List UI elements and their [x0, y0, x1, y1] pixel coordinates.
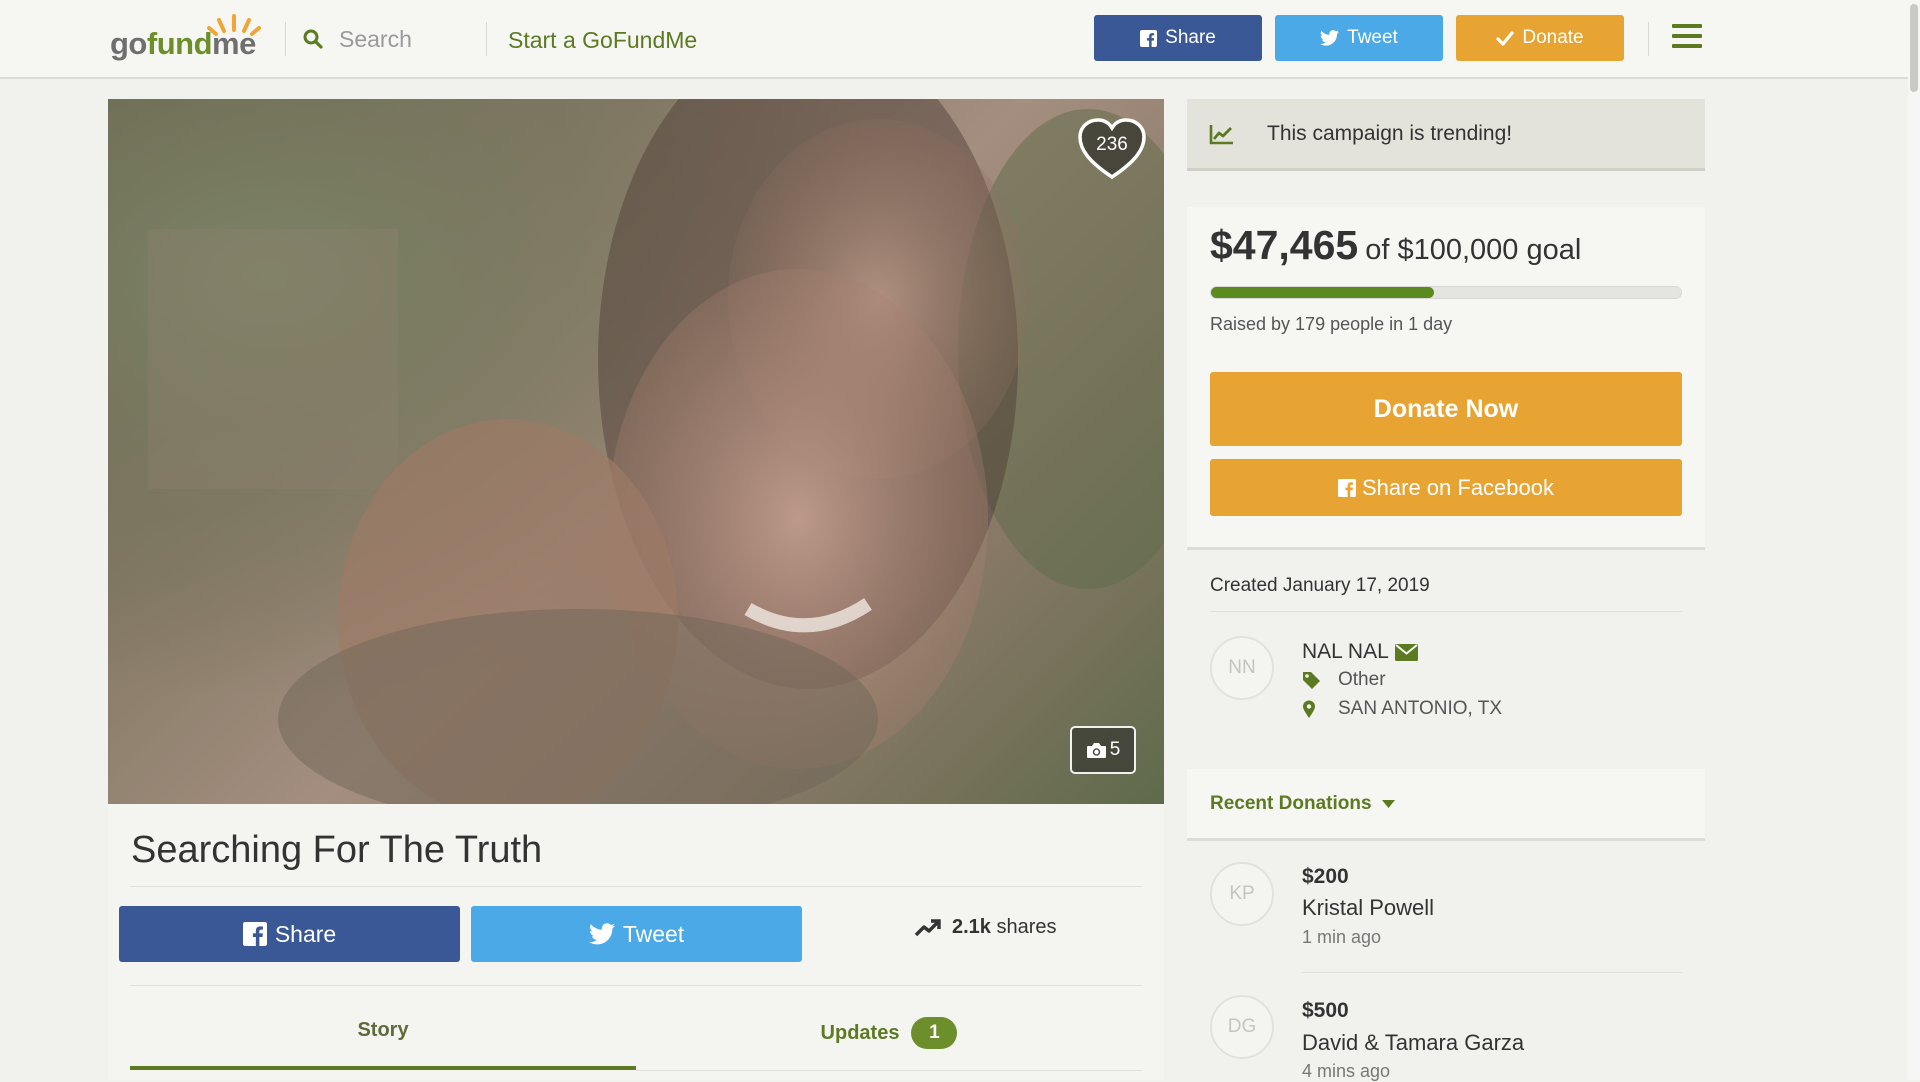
campaign-hero-image[interactable]: 236 5: [108, 99, 1164, 804]
scrollbar-track[interactable]: [1908, 0, 1920, 1080]
share-count: 2.1k shares: [914, 916, 1057, 939]
created-date: Created January 17, 2019: [1210, 575, 1430, 596]
donation-amount: $200: [1302, 865, 1349, 888]
divider: [130, 985, 1142, 986]
donation-amount: $500: [1302, 999, 1349, 1022]
envelope-icon[interactable]: [1394, 643, 1418, 661]
header-tweet-button[interactable]: Tweet: [1275, 15, 1443, 61]
twitter-bird-icon: [1320, 30, 1340, 46]
donate-now-button[interactable]: Donate Now: [1210, 372, 1682, 446]
updates-count-badge: 1: [911, 1017, 958, 1049]
like-heart-button[interactable]: 236: [1076, 117, 1148, 183]
donation-time: 4 mins ago: [1302, 1061, 1391, 1081]
raised-summary: $47,465 of $100,000 goal: [1210, 222, 1581, 269]
scrollbar-thumb[interactable]: [1910, 4, 1918, 92]
donor-name: David & Tamara Garza: [1302, 1030, 1525, 1055]
share-on-facebook-button[interactable]: Share on Facebook: [1210, 459, 1682, 516]
recent-donations-label: Recent Donations: [1210, 792, 1372, 814]
facebook-icon: [1337, 478, 1356, 497]
organizer-category-text: Other: [1338, 669, 1386, 690]
campaign-share-button[interactable]: Share: [119, 906, 460, 962]
start-a-gofundme-link[interactable]: Start a GoFundMe: [508, 26, 697, 54]
search-icon: [303, 29, 323, 49]
goal-progress-fill: [1211, 287, 1435, 298]
campaign-title: Searching For The Truth: [131, 829, 543, 871]
search-input[interactable]: [339, 25, 469, 53]
campaign-tweet-label: Tweet: [622, 920, 685, 947]
gofundme-logo[interactable]: gofundme: [110, 12, 261, 62]
header-divider: [486, 22, 487, 56]
donation-time: 1 min ago: [1302, 927, 1382, 947]
goal-progress-bar: [1210, 286, 1682, 299]
donor-name: Kristal Powell: [1302, 895, 1435, 920]
location-pin-icon: [1303, 700, 1315, 718]
share-count-value: 2.1k: [952, 916, 991, 938]
tab-story[interactable]: Story: [130, 1016, 636, 1044]
camera-icon: [1086, 742, 1106, 758]
logo-text-me: me: [212, 26, 256, 61]
twitter-bird-icon: [588, 923, 615, 945]
top-header: gofundme Start a GoFundMe Share Tweet Do…: [0, 0, 1920, 79]
trending-banner: This campaign is trending!: [1187, 99, 1705, 171]
tab-updates[interactable]: Updates 1: [636, 1016, 1142, 1050]
active-tab-indicator: [130, 1066, 636, 1070]
header-divider: [1648, 22, 1649, 56]
facebook-icon: [242, 922, 267, 946]
organizer-location: SAN ANTONIO, TX: [1302, 698, 1502, 720]
checkmark-icon: [1496, 30, 1514, 46]
tag-icon: [1303, 671, 1320, 689]
organizer-avatar[interactable]: NN: [1210, 636, 1274, 700]
trending-chart-icon: [1209, 124, 1233, 144]
tab-updates-label: Updates: [820, 1021, 900, 1044]
caret-down-icon: [1381, 799, 1395, 808]
photo-count-label: 5: [1109, 739, 1121, 760]
donor-avatar: DG: [1210, 995, 1274, 1059]
goal-text: of $100,000 goal: [1365, 234, 1582, 266]
header-donate-button[interactable]: Donate: [1456, 15, 1624, 61]
donor-avatar: KP: [1210, 862, 1274, 926]
recent-donations-toggle[interactable]: Recent Donations: [1187, 769, 1705, 841]
header-donate-label: Donate: [1522, 27, 1584, 48]
header-share-button[interactable]: Share: [1094, 15, 1262, 61]
organizer-name[interactable]: NAL NAL: [1302, 640, 1418, 664]
organizer-location-text: SAN ANTONIO, TX: [1338, 698, 1503, 719]
divider: [130, 886, 1142, 887]
logo-text-go: go: [110, 26, 147, 61]
divider: [1210, 611, 1682, 612]
organizer-name-text: NAL NAL: [1302, 640, 1389, 663]
raised-amount: $47,465: [1210, 222, 1359, 268]
raised-by-text: Raised by 179 people in 1 day: [1210, 314, 1453, 334]
share-on-facebook-label: Share on Facebook: [1361, 474, 1555, 500]
campaign-tweet-button[interactable]: Tweet: [471, 906, 802, 962]
heart-count: 236: [1096, 134, 1128, 155]
hamburger-menu-icon[interactable]: [1672, 24, 1702, 50]
facebook-icon: [1140, 29, 1158, 47]
header-divider: [285, 22, 286, 56]
logo-text-fund: fund: [146, 26, 213, 61]
divider: [1302, 972, 1682, 973]
campaign-share-label: Share: [274, 920, 337, 947]
logo-wordmark: gofundme: [110, 26, 256, 62]
campaign-photo: [108, 99, 1164, 804]
header-tweet-label: Tweet: [1347, 27, 1398, 48]
trending-up-icon: [914, 918, 941, 936]
header-share-label: Share: [1165, 27, 1216, 48]
organizer-category: Other: [1302, 669, 1386, 691]
search-bar[interactable]: [303, 22, 469, 56]
photo-count-button[interactable]: 5: [1070, 726, 1136, 774]
divider: [636, 1070, 1142, 1071]
share-count-label: shares: [996, 916, 1057, 938]
trending-text: This campaign is trending!: [1267, 121, 1513, 145]
